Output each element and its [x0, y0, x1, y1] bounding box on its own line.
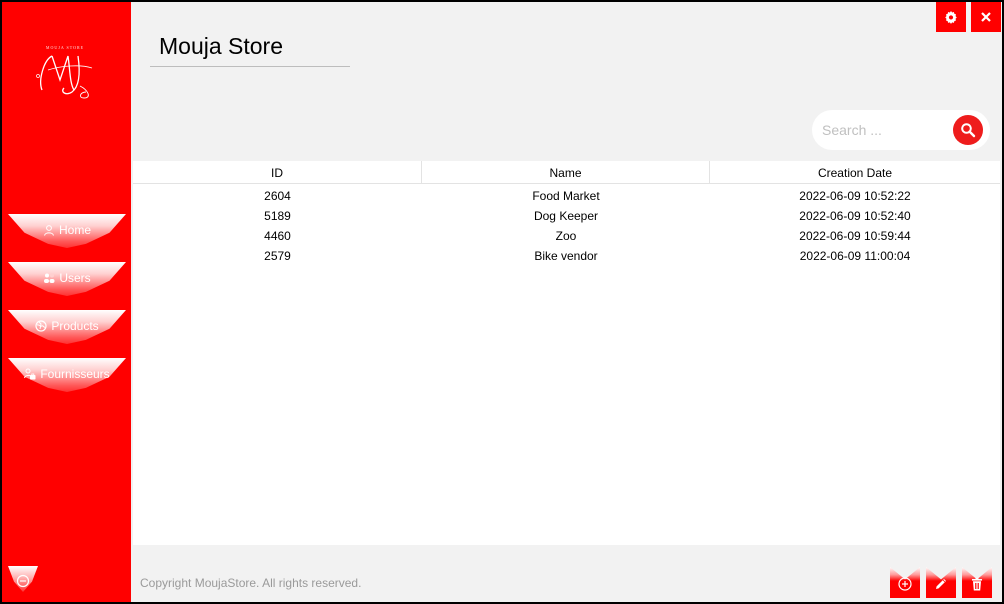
search-button[interactable] [953, 115, 983, 145]
edit-button[interactable] [926, 567, 956, 598]
table-header: ID Name Creation Date [133, 161, 1000, 184]
user-icon [43, 224, 55, 236]
cell-id: 4460 [264, 229, 291, 243]
sidebar-item-home[interactable]: Home [8, 214, 126, 248]
table-body: 2604 Food Market 2022-06-09 10:52:22 518… [133, 186, 1000, 266]
add-button[interactable] [890, 567, 920, 598]
cell-name: Bike vendor [534, 249, 598, 263]
table-row[interactable]: 2579 Bike vendor 2022-06-09 11:00:04 [133, 246, 1000, 266]
sidebar: MOUJA STORE Home Users Products Fourniss… [2, 2, 131, 602]
table-row[interactable]: 4460 Zoo 2022-06-09 10:59:44 [133, 226, 1000, 246]
sidebar-item-products[interactable]: Products [8, 310, 126, 344]
search-icon [961, 123, 976, 138]
plus-circle-icon [898, 577, 912, 591]
svg-text:MOUJA STORE: MOUJA STORE [46, 45, 84, 50]
search-box [812, 110, 990, 150]
sidebar-item-label: Products [51, 319, 99, 333]
cell-creation-date: 2022-06-09 11:00:04 [799, 249, 911, 263]
cell-name: Zoo [555, 229, 577, 243]
store-logo: MOUJA STORE [30, 40, 100, 102]
users-icon [43, 272, 55, 284]
sidebar-item-users[interactable]: Users [8, 262, 126, 296]
column-header-creation-date[interactable]: Creation Date [710, 161, 1000, 184]
sidebar-item-label: Home [58, 223, 91, 237]
supplier-icon [24, 368, 36, 380]
sidebar-item-label: Users [59, 271, 91, 285]
table-row[interactable]: 5189 Dog Keeper 2022-06-09 10:52:40 [133, 206, 1000, 226]
stores-table: ID Name Creation Date 2604 Food Market 2… [133, 161, 1000, 545]
cell-creation-date: 2022-06-09 10:59:44 [799, 229, 911, 243]
copyright-text: Copyright MoujaStore. All rights reserve… [140, 576, 362, 590]
cell-name: Food Market [532, 189, 600, 203]
sidebar-item-label: Fournisseurs [40, 367, 110, 381]
close-icon [981, 12, 991, 22]
cell-creation-date: 2022-06-09 10:52:40 [799, 209, 911, 223]
column-header-name[interactable]: Name [422, 161, 710, 184]
cell-id: 2579 [264, 249, 291, 263]
app-window: MOUJA STORE Home Users Products Fourniss… [0, 0, 1004, 604]
delete-button[interactable] [962, 567, 992, 598]
logo-monogram-icon: MOUJA STORE [36, 45, 93, 99]
title-divider [150, 66, 350, 67]
globe-icon [35, 320, 47, 332]
search-input[interactable] [822, 120, 947, 140]
cell-id: 5189 [264, 209, 291, 223]
column-header-id[interactable]: ID [133, 161, 422, 184]
page-title: Mouja Store [159, 33, 284, 59]
sidebar-item-fournisseurs[interactable]: Fournisseurs [8, 358, 126, 392]
logout-button[interactable] [8, 566, 38, 592]
trash-icon [972, 577, 982, 591]
logout-icon [16, 574, 30, 588]
settings-button[interactable] [936, 2, 966, 32]
gear-icon [945, 11, 957, 24]
cell-id: 2604 [264, 189, 291, 203]
table-row[interactable]: 2604 Food Market 2022-06-09 10:52:22 [133, 186, 1000, 206]
cell-name: Dog Keeper [533, 209, 599, 223]
close-button[interactable] [971, 2, 1001, 32]
pencil-icon [936, 579, 946, 589]
cell-creation-date: 2022-06-09 10:52:22 [799, 189, 911, 203]
